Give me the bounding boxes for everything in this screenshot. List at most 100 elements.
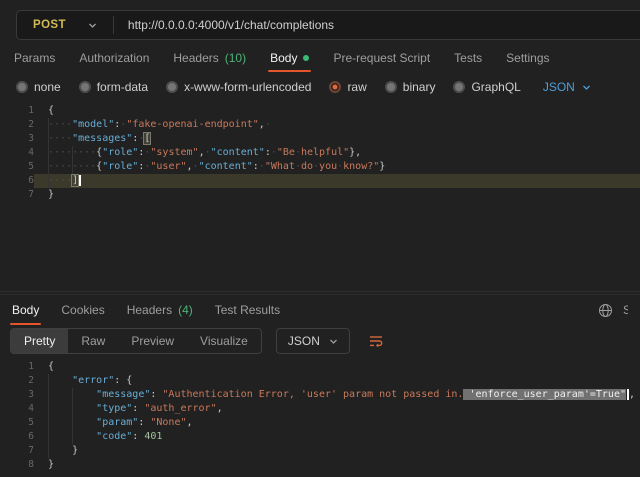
code-text: ········{"role":·"system",·"content":·"B… — [34, 146, 640, 160]
code-text: ····"messages":·[ — [34, 132, 640, 146]
view-switcher: Pretty Raw Preview Visualize — [10, 328, 262, 354]
response-tabs: Body Cookies Headers(4) Test Results S — [0, 294, 640, 324]
status-text-clipped: S — [623, 303, 628, 317]
tab-tests[interactable]: Tests — [454, 44, 482, 72]
code-line[interactable]: 4········{"role":·"system",·"content":·"… — [0, 146, 640, 160]
radio-x-www-form-urlencoded[interactable]: x-www-form-urlencoded — [166, 80, 311, 94]
request-tabs: Params Authorization Headers(10) Body Pr… — [0, 44, 640, 72]
line-number: 6 — [0, 430, 34, 444]
body-modified-dot — [303, 55, 309, 61]
code-line[interactable]: 3 "message": "Authentication Error, 'use… — [0, 388, 640, 402]
chevron-down-icon — [88, 21, 97, 30]
line-number: 8 — [0, 458, 34, 472]
wrap-text-button[interactable] — [364, 329, 388, 353]
text-cursor — [79, 175, 81, 186]
tab-headers[interactable]: Headers(10) — [173, 44, 246, 72]
code-line[interactable]: 7 } — [0, 444, 640, 458]
code-text: } — [34, 188, 640, 202]
code-text: ····] — [34, 174, 640, 188]
chevron-down-icon — [582, 83, 591, 92]
radio-graphql[interactable]: GraphQL — [453, 80, 520, 94]
radio-selected-icon — [329, 81, 341, 93]
body-type-row: none form-data x-www-form-urlencoded raw… — [0, 74, 640, 100]
line-number: 5 — [0, 416, 34, 430]
line-number: 7 — [0, 188, 34, 202]
line-number: 4 — [0, 146, 34, 160]
response-meta: S — [598, 295, 628, 325]
code-line[interactable]: 7} — [0, 188, 640, 202]
radio-binary[interactable]: binary — [385, 80, 436, 94]
method-selector[interactable]: POST — [17, 19, 113, 31]
line-number: 6 — [0, 174, 34, 188]
radio-icon — [166, 81, 178, 93]
code-text: "code": 401 — [34, 430, 640, 444]
response-body-editor[interactable]: 1{2 "error": {3 "message": "Authenticati… — [0, 356, 640, 477]
code-text: { — [34, 360, 640, 374]
code-text: ········{"role":·"user",·"content":·"Wha… — [34, 160, 640, 174]
code-text: { — [34, 104, 640, 118]
code-text: "type": "auth_error", — [34, 402, 640, 416]
response-language-dropdown[interactable]: JSON — [276, 328, 350, 354]
line-number: 7 — [0, 444, 34, 458]
url-input[interactable]: http://0.0.0.0:4000/v1/chat/completions — [114, 18, 348, 32]
line-number: 4 — [0, 402, 34, 416]
code-text: ····"model":·"fake-openai-endpoint",· — [34, 118, 640, 132]
code-line[interactable]: 6····] — [0, 174, 640, 188]
tab-params[interactable]: Params — [14, 44, 55, 72]
wrap-text-icon — [368, 333, 384, 349]
line-number: 2 — [0, 118, 34, 132]
response-headers-count-badge: (4) — [178, 303, 193, 317]
line-number: 2 — [0, 374, 34, 388]
radio-icon — [453, 81, 465, 93]
radio-icon — [16, 81, 28, 93]
code-line[interactable]: 1{ — [0, 360, 640, 374]
method-label: POST — [33, 19, 66, 31]
view-visualize[interactable]: Visualize — [187, 329, 261, 353]
radio-none[interactable]: none — [16, 80, 61, 94]
code-line[interactable]: 8} — [0, 458, 640, 472]
radio-icon — [385, 81, 397, 93]
code-line[interactable]: 2 "error": { — [0, 374, 640, 388]
tab-test-results[interactable]: Test Results — [215, 295, 280, 325]
tab-body[interactable]: Body — [270, 44, 309, 72]
code-line[interactable]: 6 "code": 401 — [0, 430, 640, 444]
response-view-row: Pretty Raw Preview Visualize JSON — [0, 328, 640, 354]
indent-guide — [72, 388, 73, 444]
indent-guide — [72, 146, 73, 174]
request-language-dropdown[interactable]: JSON — [543, 80, 591, 94]
code-line[interactable]: 2····"model":·"fake-openai-endpoint",· — [0, 118, 640, 132]
view-raw[interactable]: Raw — [68, 329, 118, 353]
code-line[interactable]: 5 "param": "None", — [0, 416, 640, 430]
url-bar: POST http://0.0.0.0:4000/v1/chat/complet… — [16, 10, 640, 40]
code-line[interactable]: 5········{"role":·"user",·"content":·"Wh… — [0, 160, 640, 174]
line-number: 3 — [0, 132, 34, 146]
view-preview[interactable]: Preview — [118, 329, 187, 353]
indent-guide — [48, 118, 49, 188]
code-line[interactable]: 3····"messages":·[ — [0, 132, 640, 146]
tab-cookies[interactable]: Cookies — [61, 295, 104, 325]
code-line[interactable]: 1{ — [0, 104, 640, 118]
radio-icon — [79, 81, 91, 93]
view-pretty[interactable]: Pretty — [11, 329, 68, 353]
request-body-editor[interactable]: 1{2····"model":·"fake-openai-endpoint",·… — [0, 100, 640, 292]
postman-window: POST http://0.0.0.0:4000/v1/chat/complet… — [0, 0, 640, 477]
tab-response-headers[interactable]: Headers(4) — [127, 295, 193, 325]
line-number: 5 — [0, 160, 34, 174]
tab-response-body[interactable]: Body — [12, 295, 39, 325]
globe-icon[interactable] — [598, 303, 613, 318]
tab-pre-request-script[interactable]: Pre-request Script — [333, 44, 430, 72]
radio-raw[interactable]: raw — [329, 80, 366, 94]
chevron-down-icon — [329, 337, 338, 346]
radio-form-data[interactable]: form-data — [79, 80, 148, 94]
line-number: 1 — [0, 360, 34, 374]
request-url-row: POST http://0.0.0.0:4000/v1/chat/complet… — [16, 10, 640, 40]
code-text: } — [34, 444, 640, 458]
code-text: "param": "None", — [34, 416, 640, 430]
code-line[interactable]: 4 "type": "auth_error", — [0, 402, 640, 416]
headers-count-badge: (10) — [225, 51, 246, 65]
line-number: 3 — [0, 388, 34, 402]
code-text: } — [34, 458, 640, 472]
tab-authorization[interactable]: Authorization — [79, 44, 149, 72]
line-number: 1 — [0, 104, 34, 118]
tab-settings[interactable]: Settings — [506, 44, 549, 72]
